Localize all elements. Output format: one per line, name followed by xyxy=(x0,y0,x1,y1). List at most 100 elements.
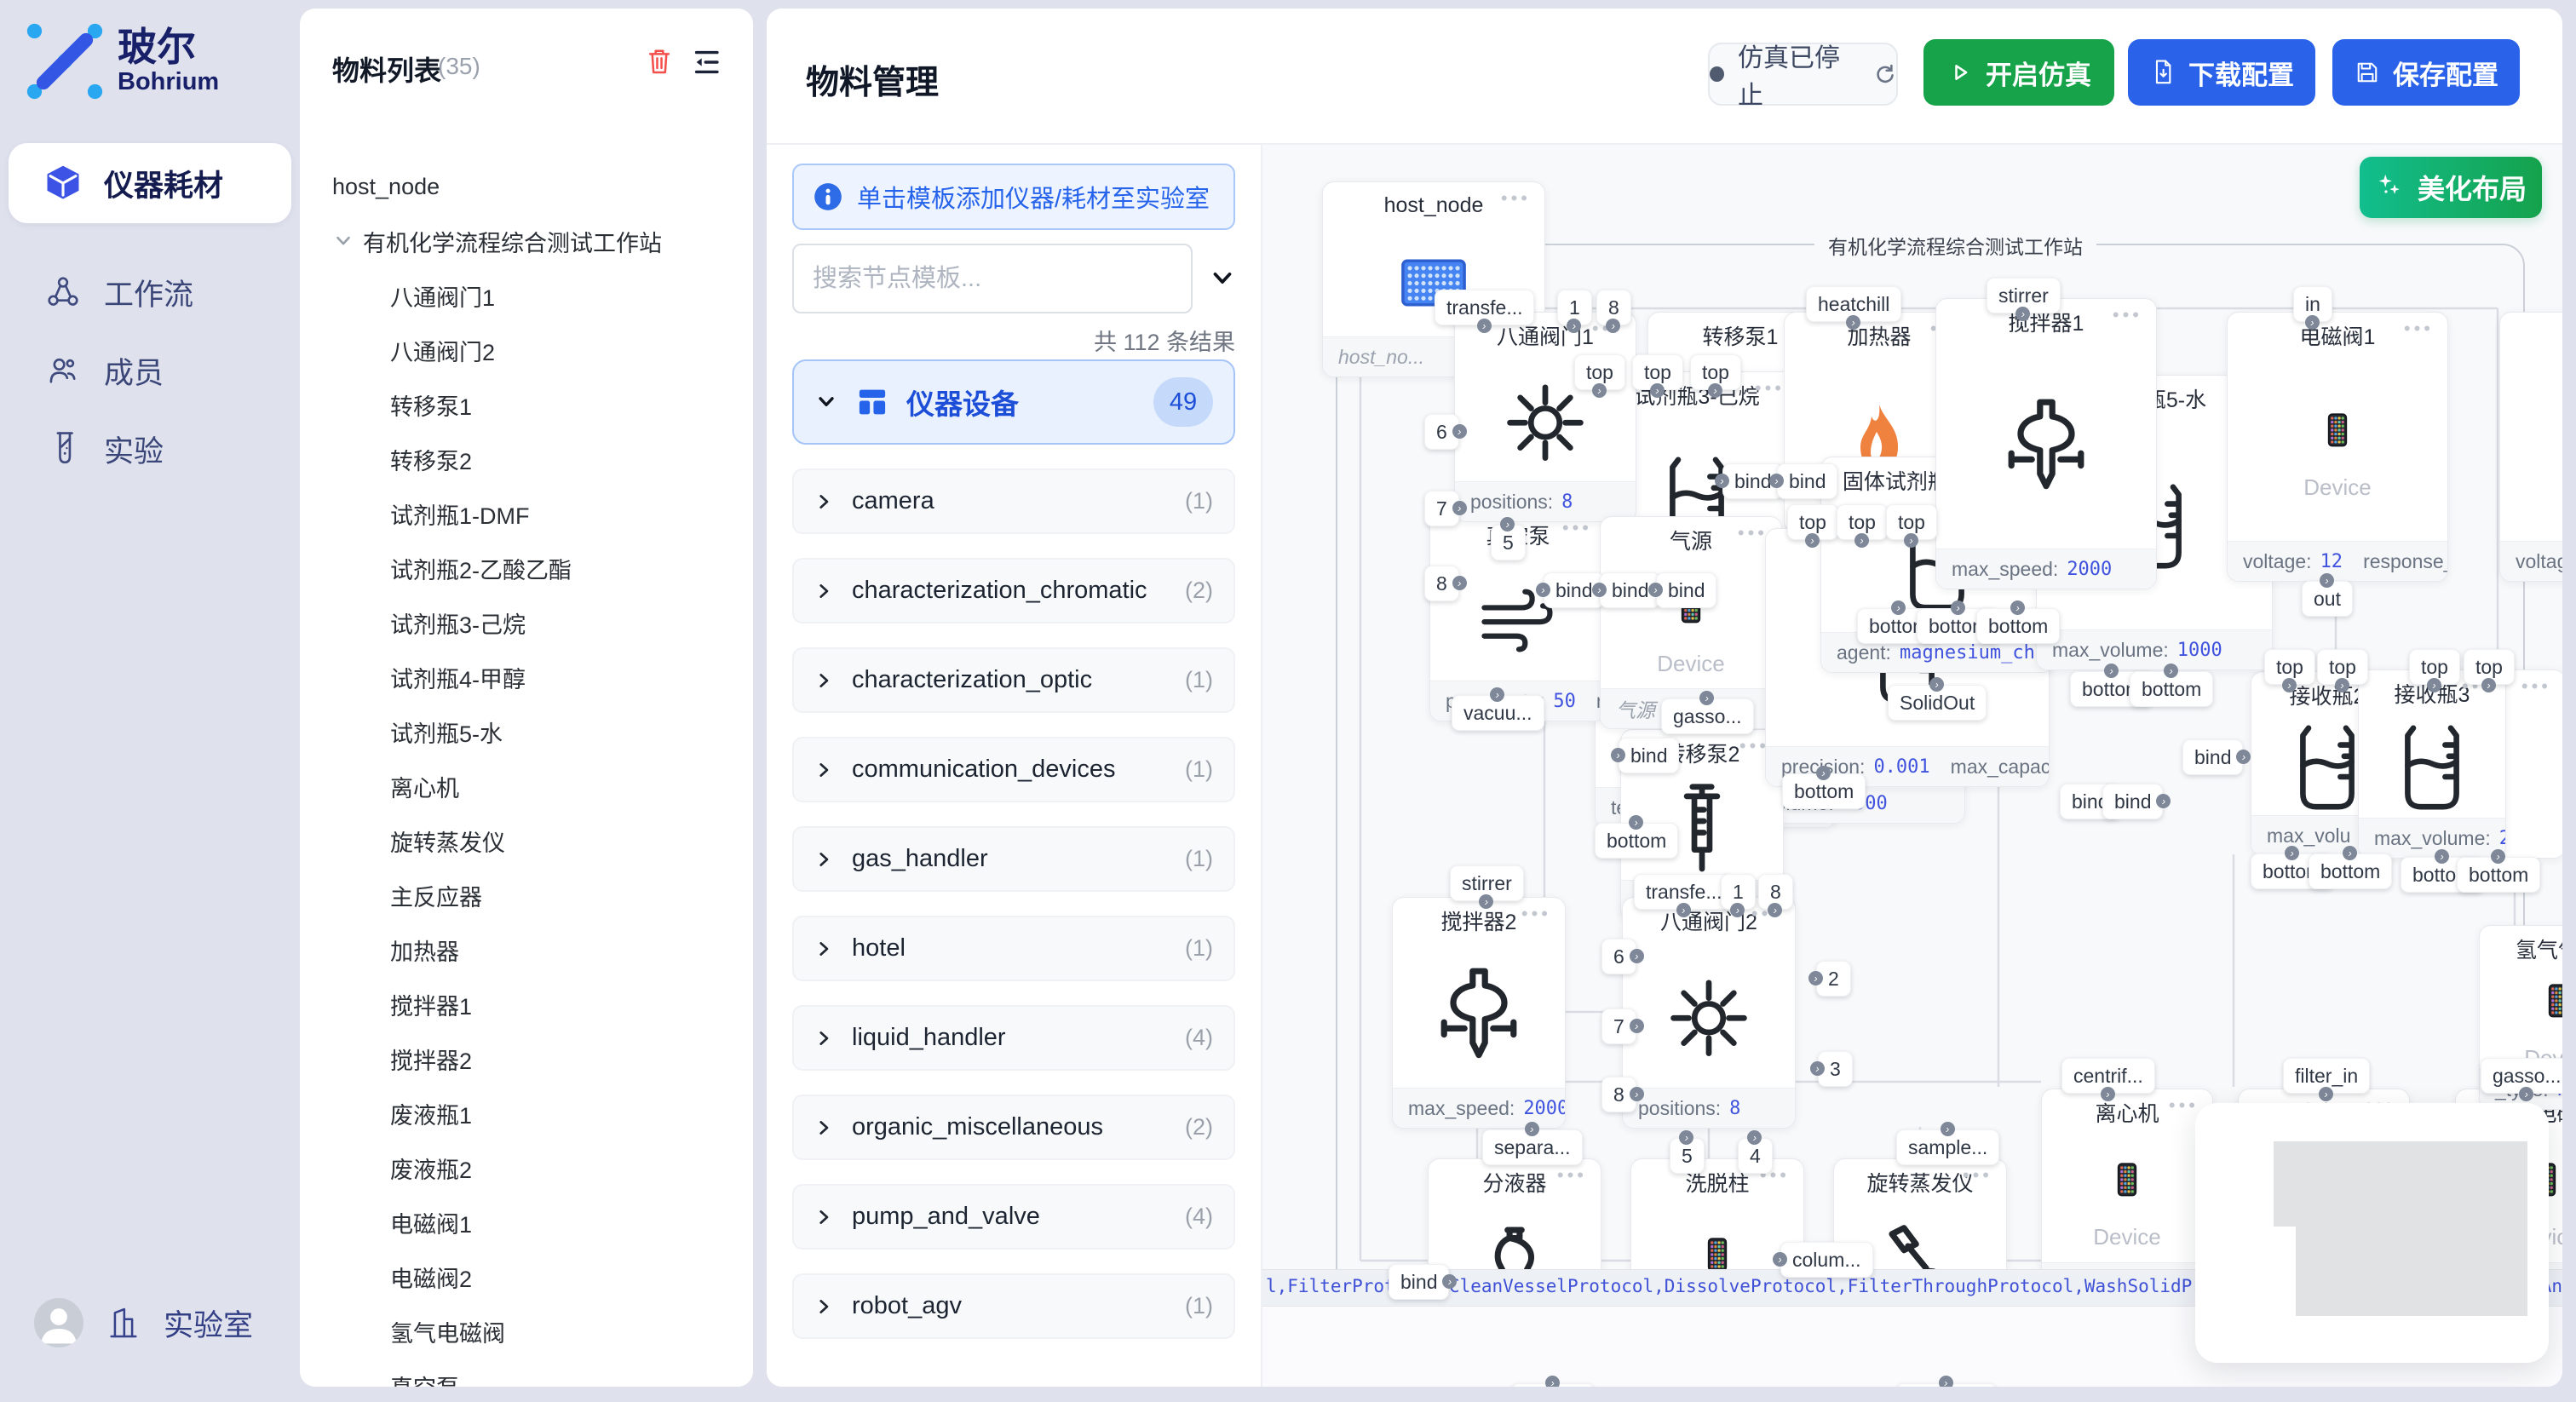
port-chip-stirrer[interactable]: stirrer› xyxy=(1987,278,2061,313)
preview-overlay-card[interactable] xyxy=(2195,1103,2549,1363)
port-dot-icon[interactable]: › xyxy=(1891,600,1906,615)
port-dot-icon[interactable]: › xyxy=(1525,1122,1539,1136)
template-hint[interactable]: 单击模板添加仪器/耗材至实验室 xyxy=(792,164,1235,230)
port-chip-filter_in[interactable]: filter_in› xyxy=(2283,1058,2370,1094)
port-dot-icon[interactable]: › xyxy=(2427,678,2441,692)
template-item-organic_miscellaneous[interactable]: organic_miscellaneous(2) xyxy=(792,1095,1235,1160)
refresh-icon[interactable] xyxy=(1872,61,1896,87)
trash-icon[interactable] xyxy=(644,46,675,77)
port-chip-top[interactable]: top› xyxy=(2264,649,2315,685)
tree-item[interactable]: 试剂瓶4-甲醇 xyxy=(300,658,753,697)
node-menu-icon[interactable]: ••• xyxy=(1557,1164,1587,1187)
tree-item[interactable]: 试剂瓶2-乙酸乙酯 xyxy=(300,549,753,588)
template-item-characterization_optic[interactable]: characterization_optic(1) xyxy=(792,647,1235,713)
port-dot-icon[interactable]: › xyxy=(1904,533,1918,548)
sidebar-item-workflow[interactable]: 工作流 xyxy=(9,252,291,332)
port-dot-icon[interactable]: › xyxy=(1708,383,1722,398)
port-dot-icon[interactable]: › xyxy=(2491,849,2505,864)
node-menu-icon[interactable]: ••• xyxy=(1738,522,1768,544)
port-chip-centrif[interactable]: centrif...› xyxy=(2061,1058,2155,1094)
port-dot-icon[interactable]: › xyxy=(1676,903,1691,917)
port-dot-icon[interactable]: › xyxy=(1490,687,1504,702)
port-dot-icon[interactable]: › xyxy=(1679,1130,1693,1145)
port-chip-7[interactable]: 7› xyxy=(1601,1008,1636,1044)
port-chip-top[interactable]: top› xyxy=(1837,504,1888,540)
port-dot-icon[interactable]: › xyxy=(2319,1087,2333,1101)
port-chip-top[interactable]: top› xyxy=(1632,354,1683,390)
tree-item[interactable]: 试剂瓶5-水 xyxy=(300,712,753,751)
port-dot-icon[interactable]: › xyxy=(1630,1019,1644,1033)
port-chip-sample[interactable]: sample...› xyxy=(1896,1129,1999,1165)
brand[interactable]: 玻尔 Bohrium xyxy=(24,20,219,102)
tree-item[interactable]: 转移泵2 xyxy=(300,440,753,479)
port-dot-icon[interactable]: › xyxy=(1810,1061,1825,1076)
port-dot-icon[interactable]: › xyxy=(1939,1376,1953,1387)
avatar[interactable] xyxy=(34,1298,83,1347)
tree-item[interactable]: 主反应器 xyxy=(300,876,753,915)
tree-item[interactable]: 试剂瓶1-DMF xyxy=(300,494,753,533)
port-dot-icon[interactable]: › xyxy=(1545,1376,1560,1387)
port-dot-icon[interactable]: › xyxy=(2101,1087,2115,1101)
port-chip-produc[interactable]: produc...› xyxy=(1896,1383,1997,1387)
tree-item[interactable]: 电磁阀2 xyxy=(300,1257,753,1296)
template-item-liquid_handler[interactable]: liquid_handler(4) xyxy=(792,1005,1235,1071)
port-chip-8[interactable]: 8› xyxy=(1596,290,1631,325)
tree-item[interactable]: host_node xyxy=(300,167,753,206)
chevron-down-icon[interactable] xyxy=(1208,264,1237,293)
port-chip-gasso[interactable]: gasso...› xyxy=(2481,1058,2562,1094)
port-chip-heatchill[interactable]: heatchill› xyxy=(1806,286,1901,322)
port-chip-colum[interactable]: colum...› xyxy=(1780,1242,1873,1278)
port-dot-icon[interactable]: › xyxy=(1592,383,1607,398)
port-dot-icon[interactable]: › xyxy=(1630,1087,1644,1101)
port-chip-top[interactable]: top› xyxy=(2409,649,2460,685)
template-item-communication_devices[interactable]: communication_devices(1) xyxy=(792,737,1235,802)
tree-item[interactable]: 废液瓶2 xyxy=(300,1148,753,1187)
port-chip-botto[interactable]: botto...› xyxy=(1511,1383,1595,1387)
port-dot-icon[interactable]: › xyxy=(1630,949,1644,963)
port-chip-top[interactable]: top› xyxy=(2464,649,2515,685)
sidebar-item-members[interactable]: 成员 xyxy=(9,330,291,411)
port-dot-icon[interactable]: › xyxy=(2305,315,2320,330)
port-dot-icon[interactable]: › xyxy=(1816,766,1831,780)
tree-item[interactable]: 真空泵 xyxy=(300,1366,753,1387)
port-chip-5[interactable]: 5› xyxy=(1491,525,1526,560)
port-dot-icon[interactable]: › xyxy=(2104,664,2119,678)
port-dot-icon[interactable]: › xyxy=(1699,691,1714,705)
port-dot-icon[interactable]: › xyxy=(1500,517,1515,531)
port-chip-5[interactable]: 5› xyxy=(1670,1138,1705,1174)
port-chip-8[interactable]: 8› xyxy=(1601,1077,1636,1112)
port-chip-1[interactable]: 1› xyxy=(1721,874,1756,910)
node-menu-icon[interactable]: ••• xyxy=(1963,1164,1992,1187)
sidebar-item-instruments[interactable]: 仪器耗材 xyxy=(9,143,291,223)
graph-canvas[interactable]: 有机化学流程综合测试工作站 host_node•••host_no...八通阀门… xyxy=(1261,143,2562,1387)
port-chip-bottom[interactable]: bottom› xyxy=(2457,857,2540,893)
template-item-gas_handler[interactable]: gas_handler(1) xyxy=(792,826,1235,892)
outdent-icon[interactable] xyxy=(690,46,722,78)
tree-item[interactable]: 加热器 xyxy=(300,930,753,969)
category-instruments[interactable]: 仪器设备 49 xyxy=(792,359,1235,445)
port-chip-top[interactable]: top› xyxy=(1690,354,1741,390)
port-dot-icon[interactable]: › xyxy=(1648,583,1663,597)
port-dot-icon[interactable]: › xyxy=(1536,583,1550,597)
port-dot-icon[interactable]: › xyxy=(1929,677,1944,692)
start-simulation-button[interactable]: 开启仿真 xyxy=(1923,39,2114,106)
graph-node-八通阀门1[interactable]: 八通阀门1•••positions:8 xyxy=(1454,312,1636,522)
port-chip-7[interactable]: 7› xyxy=(1424,491,1459,526)
port-dot-icon[interactable]: › xyxy=(2435,849,2449,864)
port-dot-icon[interactable]: › xyxy=(1452,424,1467,439)
port-dot-icon[interactable]: › xyxy=(2481,678,2496,692)
template-item-robot_agv[interactable]: robot_agv(1) xyxy=(792,1273,1235,1339)
port-chip-top[interactable]: top› xyxy=(1886,504,1937,540)
port-dot-icon[interactable]: › xyxy=(1769,474,1784,488)
port-chip-vacuu[interactable]: vacuu...› xyxy=(1452,695,1544,731)
port-chip-bottom[interactable]: bottom› xyxy=(2309,853,2392,889)
port-chip-transfe[interactable]: transfe...› xyxy=(1435,290,1534,325)
port-chip-gasso[interactable]: gasso...› xyxy=(1661,698,1754,734)
template-item-hotel[interactable]: hotel(1) xyxy=(792,916,1235,981)
node-menu-icon[interactable]: ••• xyxy=(2404,318,2434,340)
port-chip-8[interactable]: 8› xyxy=(1758,874,1793,910)
port-chip-separa[interactable]: separa...› xyxy=(1482,1129,1583,1165)
port-chip-bind[interactable]: bind› xyxy=(1389,1264,1449,1300)
graph-node-八通阀门2[interactable]: 八通阀门2•••positions:8 xyxy=(1622,897,1796,1129)
port-dot-icon[interactable]: › xyxy=(1773,1252,1787,1267)
